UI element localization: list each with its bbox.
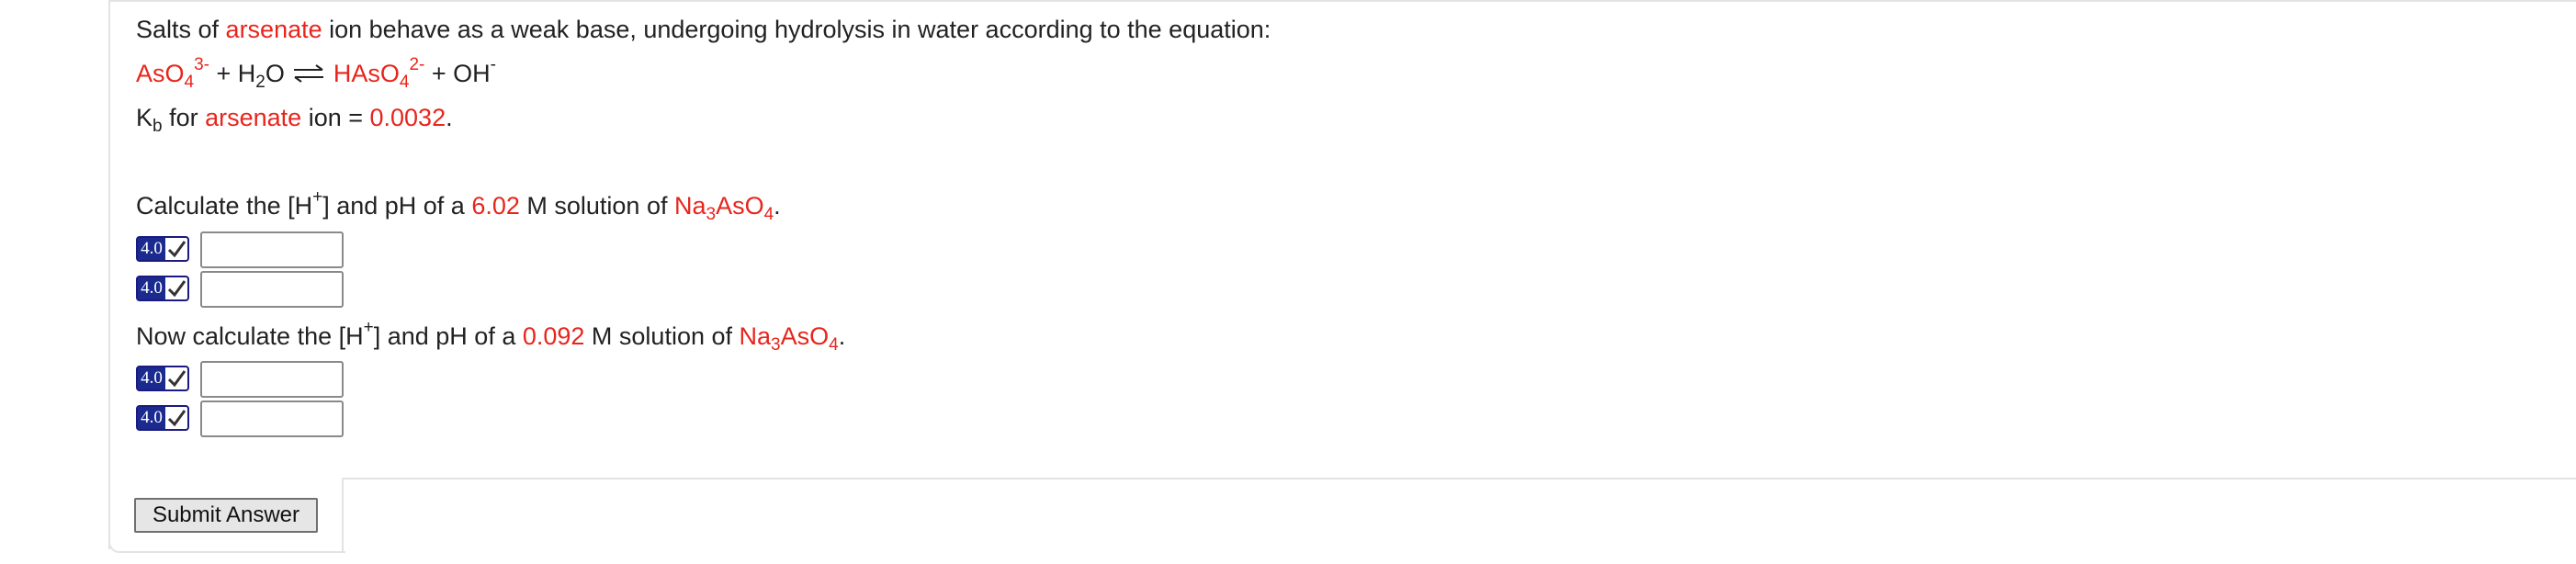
equation-reactant: AsO43- [136, 55, 209, 92]
panel-divider [342, 478, 2576, 479]
question-1-prompt: Calculate the [H+] and pH of a 6.02 M so… [136, 187, 781, 224]
equilibrium-arrow-icon [294, 64, 324, 83]
equation-product: HAsO42- [333, 55, 425, 92]
q1-formula: Na3AsO4 [673, 192, 774, 224]
ph-input-2[interactable] [200, 400, 344, 437]
q2-formula: Na3AsO4 [739, 322, 839, 355]
checkmark-icon [167, 410, 186, 427]
panel-top-border [108, 0, 2576, 2]
highlight-arsenate: arsenate [225, 16, 322, 43]
points-badge: 4.0 [136, 405, 189, 431]
h-concentration-input-2[interactable] [200, 361, 344, 398]
kb-statement: Kb for arsenate ion = 0.0032. [136, 104, 453, 136]
question-2-prompt: Now calculate the [H+] and pH of a 0.092… [136, 318, 846, 355]
panel-left-border [108, 0, 110, 549]
kb-value: 0.0032 [369, 104, 446, 131]
hydrolysis-equation: AsO43- + H2O HAsO42- + OH- [136, 55, 496, 92]
checkmark-icon [167, 280, 186, 298]
h-concentration-input-1[interactable] [200, 231, 344, 268]
checkmark-icon [167, 370, 186, 388]
points-badge: 4.0 [136, 276, 189, 301]
points-badge: 4.0 [136, 236, 189, 262]
points-badge: 4.0 [136, 366, 189, 391]
panel-divider-vertical [342, 478, 344, 551]
checkmark-icon [167, 241, 186, 258]
intro-text: Salts of arsenate ion behave as a weak b… [136, 16, 1271, 43]
q2-concentration: 0.092 [522, 322, 585, 350]
ph-input-1[interactable] [200, 271, 344, 308]
submit-answer-button[interactable]: Submit Answer [134, 498, 318, 533]
q1-concentration: 6.02 [471, 192, 520, 220]
